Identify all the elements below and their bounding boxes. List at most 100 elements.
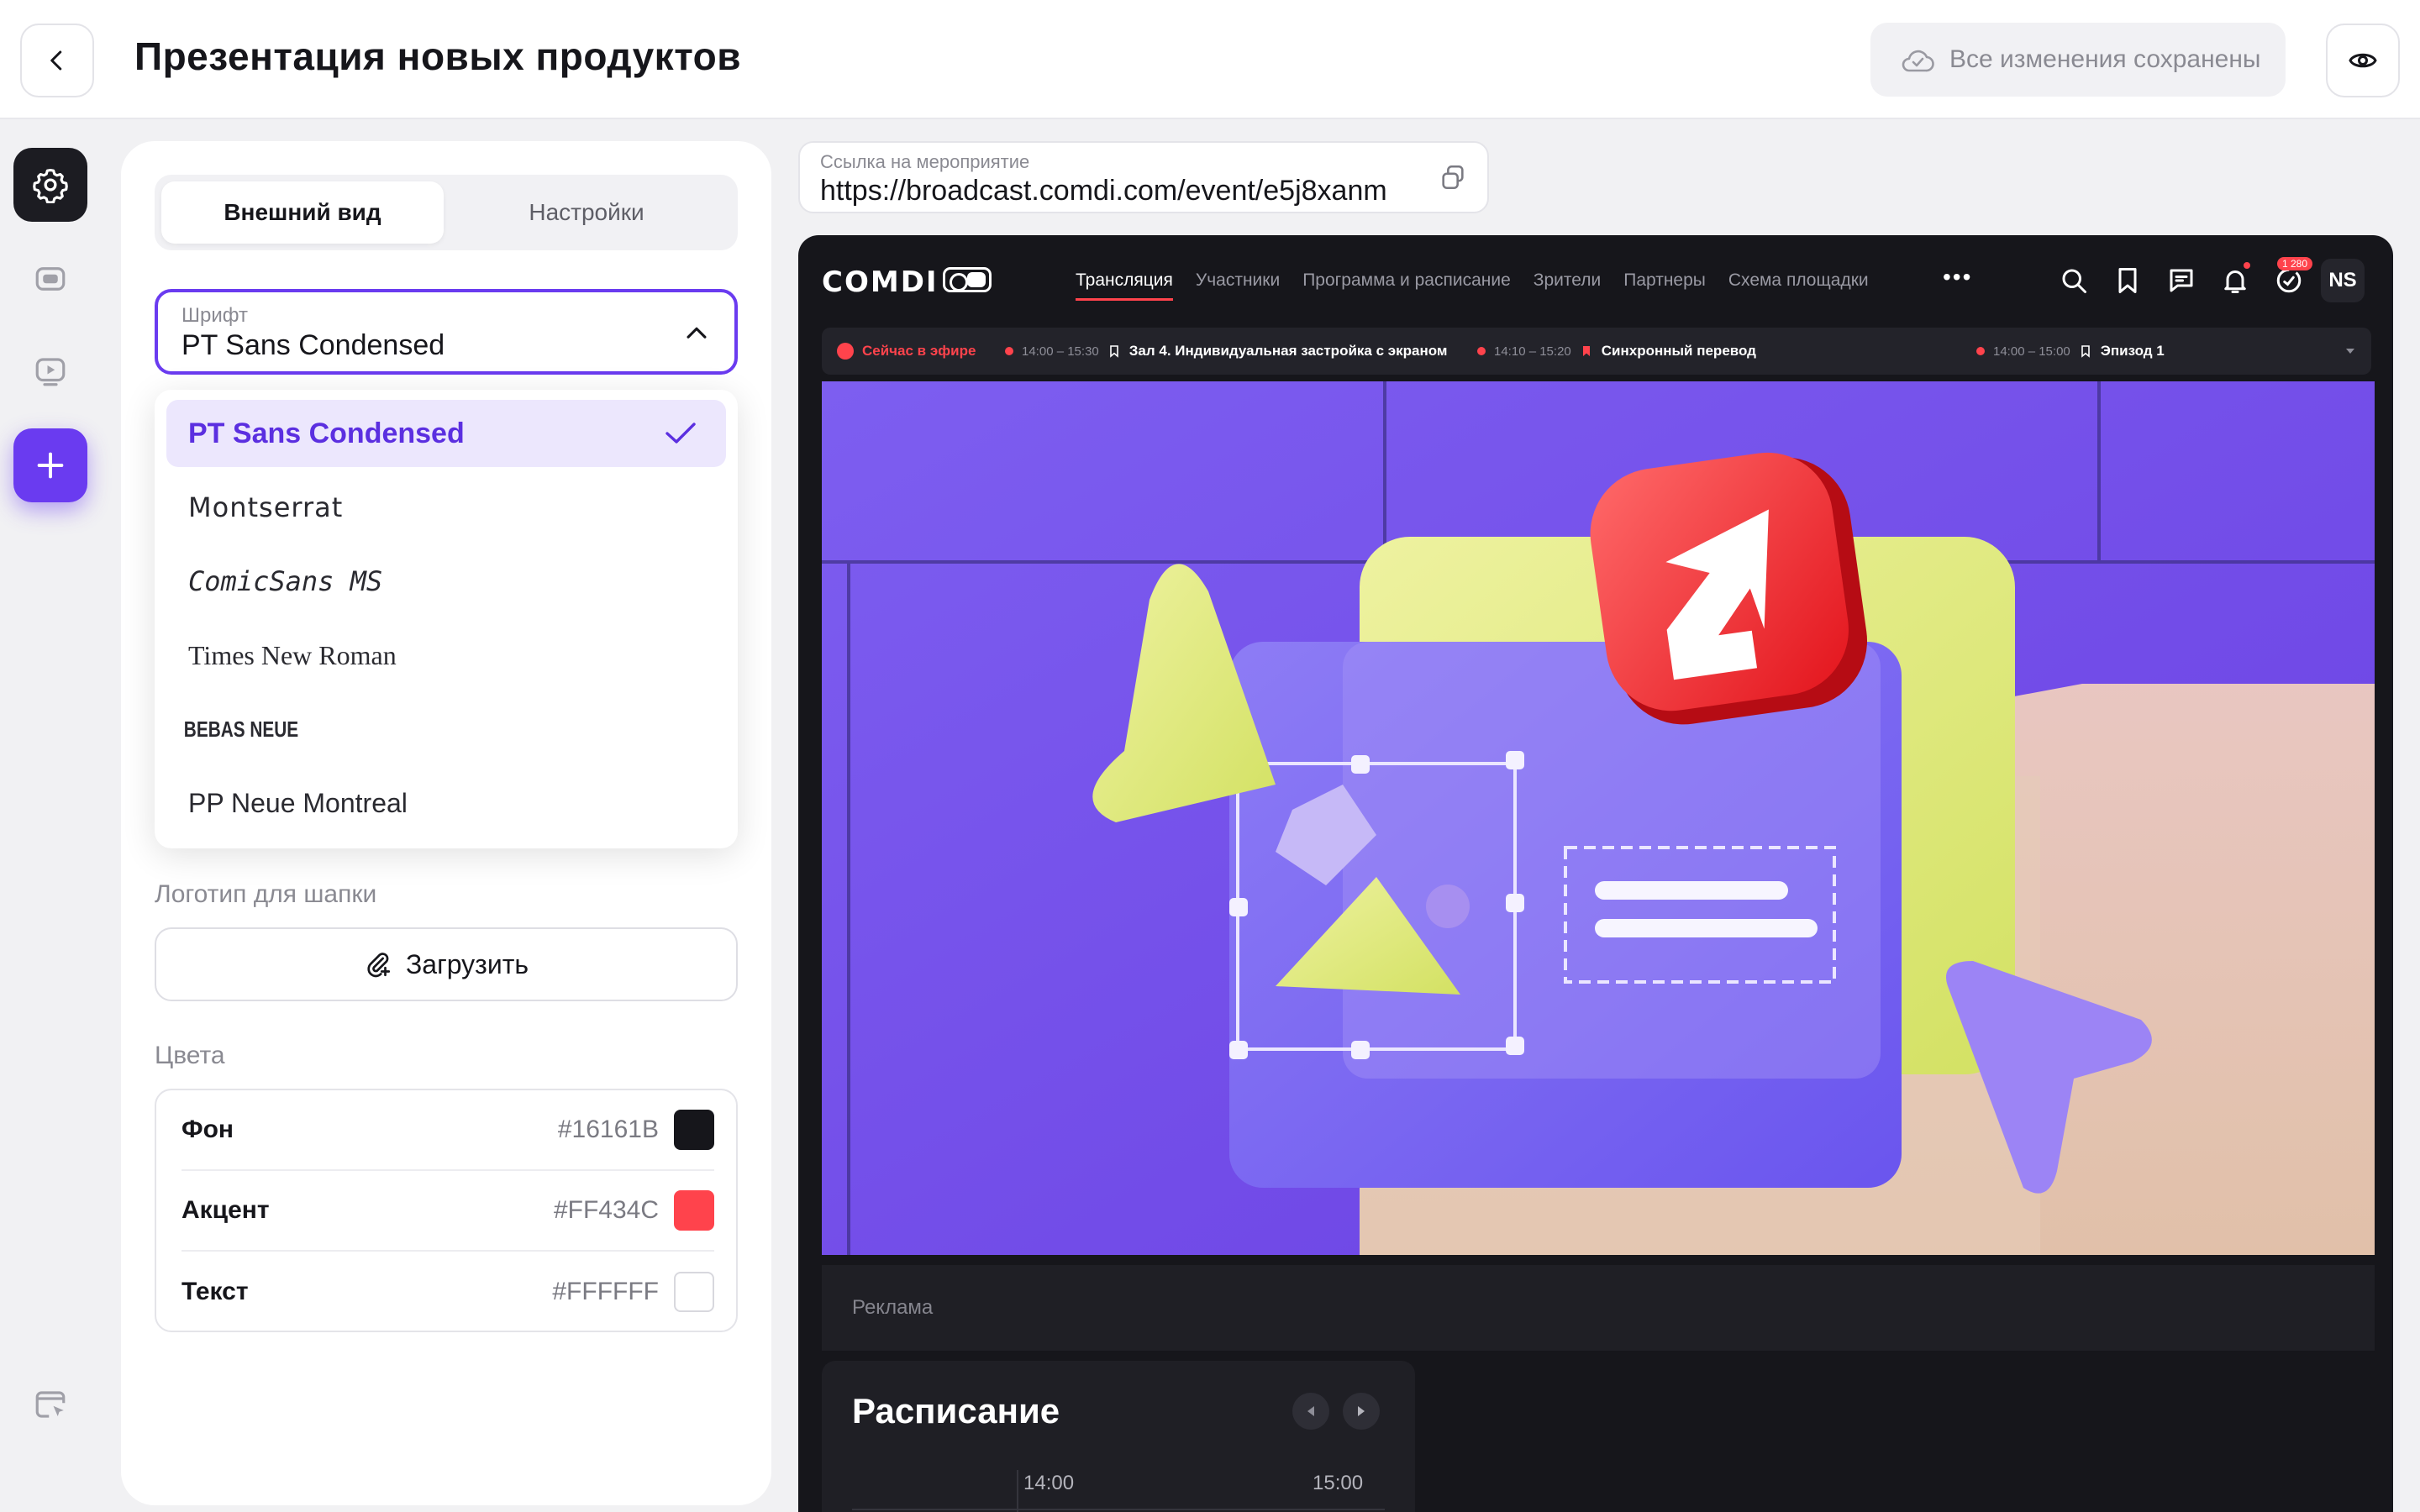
triangle-left-icon xyxy=(1307,1406,1314,1416)
rail-add-button[interactable] xyxy=(13,428,87,502)
schedule-time: 15:00 xyxy=(1313,1472,1364,1494)
schedule-prev-button[interactable] xyxy=(1292,1393,1329,1430)
font-option-montserrat[interactable]: Montserrat xyxy=(166,474,726,541)
schedule-time: 14:00 xyxy=(1023,1472,1075,1494)
schedule-next-button[interactable] xyxy=(1343,1393,1380,1430)
panel-tabs: Внешний вид Настройки xyxy=(155,175,738,250)
bookmark-icon xyxy=(1109,345,1118,358)
eye-icon xyxy=(2349,53,2377,68)
nav-venue-map[interactable]: Схема площадки xyxy=(1728,270,1869,291)
page-title: Презентация новых продуктов xyxy=(134,34,742,78)
cloud-check-icon xyxy=(1902,50,1934,72)
nav-viewers[interactable]: Зрители xyxy=(1534,270,1601,291)
top-bar: Презентация новых продуктов Все изменени… xyxy=(0,0,2420,119)
notification-dot xyxy=(2244,262,2250,269)
event-link-url[interactable]: https://broadcast.comdi.com/event/e5j8xa… xyxy=(820,175,1387,207)
more-icon[interactable]: ••• xyxy=(1943,264,1972,291)
rail-settings-button[interactable] xyxy=(13,148,87,222)
video-play-icon xyxy=(35,358,66,386)
live-ticker: Сейчас в эфире 14:00 – 15:30 Зал 4. Инди… xyxy=(822,328,2371,375)
color-swatch[interactable] xyxy=(674,1272,714,1312)
nav-broadcast[interactable]: Трансляция xyxy=(1076,270,1173,301)
color-swatch[interactable] xyxy=(674,1110,714,1150)
triangle-right-icon xyxy=(1358,1406,1365,1416)
schedule-timeline xyxy=(852,1509,1385,1510)
event-link-label: Ссылка на мероприятие xyxy=(820,151,1030,172)
live-dot-icon xyxy=(1976,347,1985,355)
video-player[interactable] xyxy=(822,381,2375,1255)
save-status: Все изменения сохранены xyxy=(1870,23,2286,97)
nav-partners[interactable]: Партнеры xyxy=(1623,270,1706,291)
live-dot-icon xyxy=(1477,347,1486,355)
color-hex: #FFFFFF xyxy=(552,1278,659,1305)
broadcast-preview: COMDI Трансляция Участники Программа и р… xyxy=(798,235,2393,1512)
color-row-text[interactable]: Текст #FFFFFF xyxy=(182,1252,714,1332)
tab-appearance[interactable]: Внешний вид xyxy=(161,181,444,244)
ticker-time: 14:00 – 15:30 xyxy=(1022,344,1099,359)
paperclip-icon xyxy=(367,953,391,978)
rail-screen-button[interactable] xyxy=(13,242,87,316)
font-option-label: PT Sans Condensed xyxy=(188,417,465,449)
font-option-pp-neue[interactable]: PP Neue Montreal xyxy=(166,769,726,837)
font-option-comic-sans[interactable]: ComicSans MS xyxy=(166,548,726,615)
search-icon[interactable] xyxy=(2059,265,2089,296)
back-button[interactable] xyxy=(20,24,94,97)
font-option-times[interactable]: Times New Roman xyxy=(166,622,726,689)
font-option-pt-sans[interactable]: PT Sans Condensed xyxy=(166,400,726,467)
ticker-time: 14:00 – 15:00 xyxy=(1993,344,2070,359)
colors-list: Фон #16161B Акцент #FF434C Текст #FFFFFF xyxy=(155,1089,738,1332)
plus-icon xyxy=(37,452,64,479)
nav-program[interactable]: Программа и расписание xyxy=(1302,270,1511,291)
live-dot-icon xyxy=(1005,347,1013,355)
ticker-live: Сейчас в эфире xyxy=(837,343,976,360)
bookmark-icon xyxy=(2081,345,2090,358)
font-select[interactable]: Шрифт PT Sans Condensed xyxy=(155,289,738,375)
ticker-item[interactable]: 14:10 – 15:20 Синхронный перевод xyxy=(1477,343,1756,360)
copy-icon[interactable] xyxy=(1439,163,1467,192)
bookmark-icon[interactable] xyxy=(2112,265,2143,296)
color-swatch[interactable] xyxy=(674,1190,714,1231)
window-cursor-icon xyxy=(35,1391,66,1418)
ticker-item[interactable]: 14:00 – 15:30 Зал 4. Индивидуальная заст… xyxy=(1005,343,1448,360)
preview-button[interactable] xyxy=(2326,24,2400,97)
screen-icon xyxy=(35,267,66,291)
font-select-label: Шрифт xyxy=(182,304,248,327)
ticker-item[interactable]: 14:00 – 15:00 Эпизод 1 xyxy=(1976,343,2165,360)
viewers-badge: 1 280 xyxy=(2277,257,2313,270)
chat-icon[interactable] xyxy=(2166,265,2196,296)
theme-toggle-icon[interactable] xyxy=(943,267,992,292)
caret-down-icon[interactable] xyxy=(2344,346,2356,356)
check-icon xyxy=(666,423,696,444)
ticker-title: Синхронный перевод xyxy=(1601,343,1756,359)
chevron-up-icon xyxy=(687,327,707,339)
ticker-live-label: Сейчас в эфире xyxy=(862,343,976,359)
rail-help-button[interactable] xyxy=(13,1368,87,1441)
tab-settings[interactable]: Настройки xyxy=(445,181,728,244)
event-link-field[interactable]: Ссылка на мероприятие https://broadcast.… xyxy=(798,141,1489,213)
font-option-bebas[interactable]: BEBAS NEUE xyxy=(166,696,614,763)
ticker-title: Зал 4. Индивидуальная застройка с экрано… xyxy=(1128,343,1448,359)
font-dropdown: PT Sans Condensed Montserrat ComicSans M… xyxy=(155,390,738,848)
ads-banner[interactable]: Реклама xyxy=(822,1265,2375,1351)
schedule-widget: Расписание 14:00 15:00 xyxy=(822,1361,1415,1512)
upload-logo-button[interactable]: Загрузить xyxy=(155,927,738,1001)
color-name: Фон xyxy=(182,1116,234,1143)
schedule-divider xyxy=(1017,1470,1018,1512)
nav-participants[interactable]: Участники xyxy=(1196,270,1280,291)
upload-label: Загрузить xyxy=(405,948,529,979)
left-rail xyxy=(0,119,101,1512)
preview-actions xyxy=(2059,265,2304,296)
settings-panel: Внешний вид Настройки Шрифт PT Sans Cond… xyxy=(121,141,771,1505)
color-name: Текст xyxy=(182,1278,249,1305)
bell-icon[interactable] xyxy=(2220,265,2250,296)
ticker-time: 14:10 – 15:20 xyxy=(1494,344,1571,359)
logo-section-label: Логотип для шапки xyxy=(155,880,377,908)
avatar[interactable]: NS xyxy=(2321,259,2365,302)
schedule-title: Расписание xyxy=(852,1391,1060,1431)
video-frame-image xyxy=(822,381,2375,1255)
color-row-background[interactable]: Фон #16161B xyxy=(182,1090,714,1171)
color-row-accent[interactable]: Акцент #FF434C xyxy=(182,1171,714,1252)
rail-video-button[interactable] xyxy=(13,334,87,408)
preview-logo: COMDI xyxy=(822,265,939,299)
color-hex: #FF434C xyxy=(553,1196,659,1224)
